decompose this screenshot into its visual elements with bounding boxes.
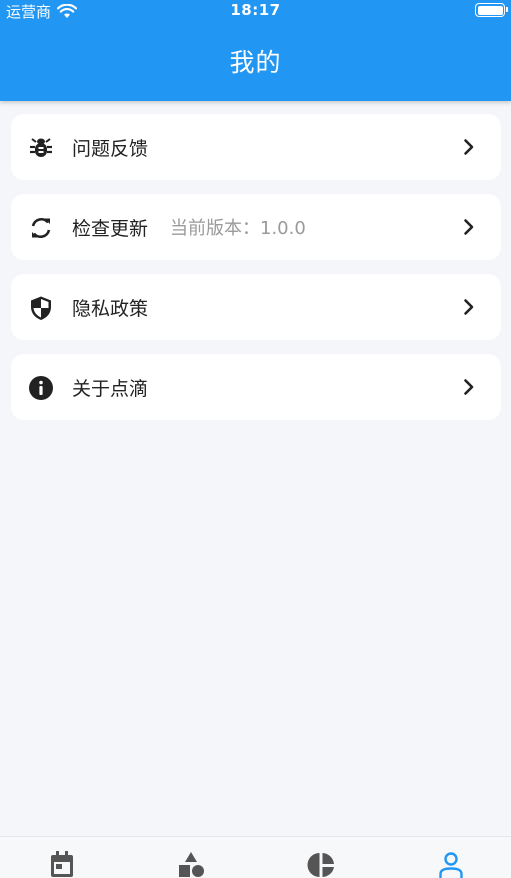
chevron-right-icon [464,139,474,155]
menu-item-label: 检查更新 [72,217,149,240]
status-bar: 运营商 18:17 [0,0,511,22]
menu-item-label: 问题反馈 [72,137,149,160]
shapes-icon [179,852,204,877]
menu-item-label: 隐私政策 [72,297,149,320]
status-time: 18:17 [230,1,281,19]
battery-icon [475,3,508,17]
bug-icon [28,135,54,161]
menu-item-about[interactable]: 关于点滴 [11,354,501,420]
chevron-right-icon [464,379,474,395]
app-header: 运营商 18:17 我的 [0,0,511,101]
shield-icon [28,295,54,321]
menu-item-check-update[interactable]: 检查更新 当前版本：1.0.0 [11,194,501,260]
person-icon [439,852,463,878]
chevron-right-icon [464,299,474,315]
tab-shapes[interactable] [177,850,205,878]
info-icon [28,375,54,401]
bottom-tab-bar [0,836,511,878]
page-title: 我的 [229,48,282,77]
menu-item-feedback[interactable]: 问题反馈 [11,114,501,180]
pie-chart-icon [307,853,334,877]
settings-menu: 问题反馈 检查更新 当前版本：1.0.0 隐私政策 关于点滴 [11,114,501,434]
chevron-right-icon [464,219,474,235]
tab-mine[interactable] [437,850,465,878]
menu-item-privacy-policy[interactable]: 隐私政策 [11,274,501,340]
calendar-icon [51,851,73,877]
refresh-icon [28,215,54,241]
tab-calendar[interactable] [48,850,76,878]
menu-item-label: 关于点滴 [72,377,149,400]
tab-statistics[interactable] [307,850,335,878]
current-version-text: 当前版本：1.0.0 [170,218,306,239]
